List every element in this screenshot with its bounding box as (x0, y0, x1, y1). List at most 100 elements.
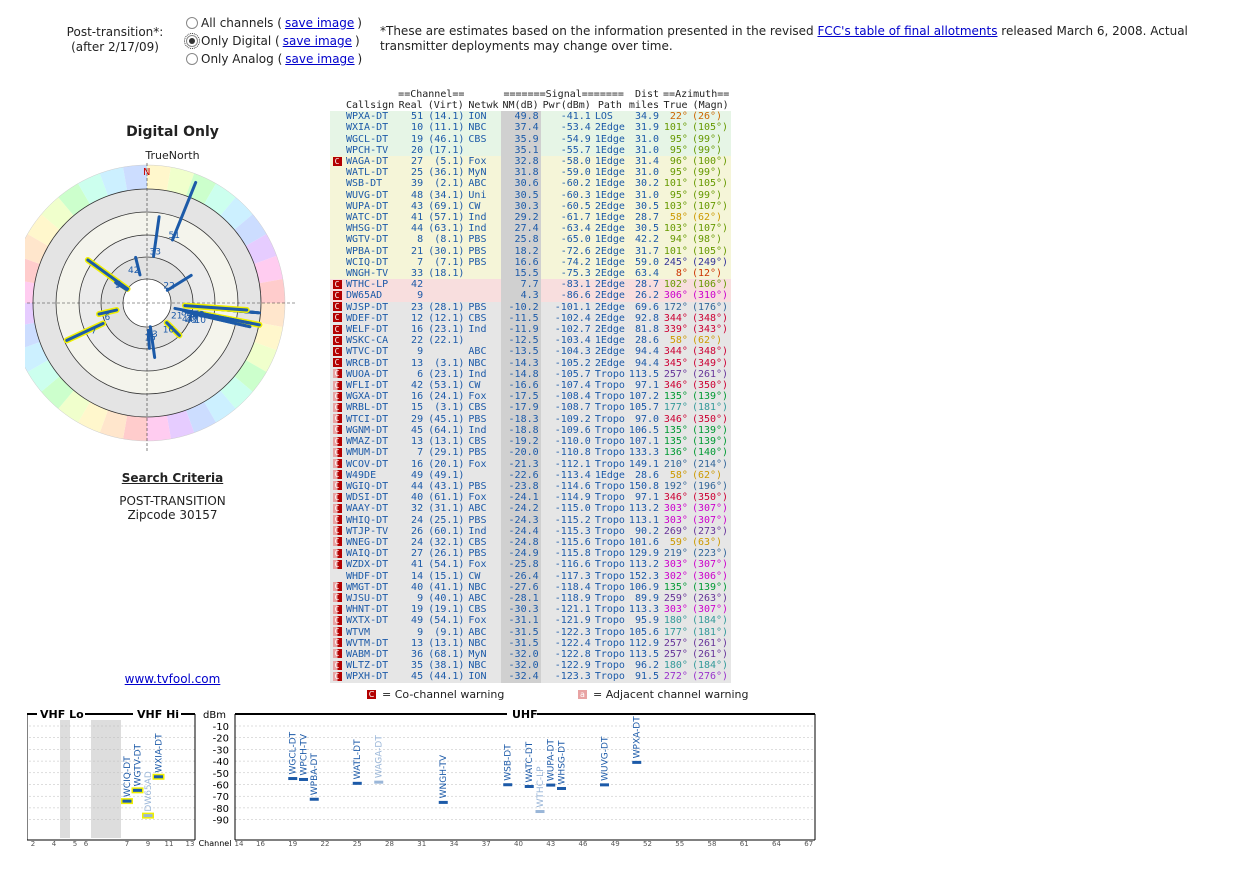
table-row[interactable]: C WVTM-DT 13 (13.1) NBC -31.5 -122.4 Tropo 112.9… (330, 637, 732, 649)
table-row[interactable]: WPXA-DT 51 (14.1) ION 49.8 -41.1 LOS 34.9 22° (26… (330, 111, 732, 123)
table-row[interactable]: WHDF-DT 14 (15.1) CW -26.4 -117.3 Tropo 152.3 30… (330, 570, 732, 582)
table-row[interactable]: C WDEF-DT 12 (12.1) CBS -11.5 -102.4 2Edge 92.8 3… (330, 312, 732, 325)
table-row[interactable]: C WJSP-DT 23 (28.1) PBS -10.2 -101.1 2Edge 69.6 1… (330, 301, 732, 313)
table-row[interactable]: C WJSU-DT 9 (40.1) ABC -28.1 -118.9 Tropo 89.9 25… (330, 592, 732, 605)
nm-cell: 16.6 (500, 256, 541, 269)
table-row[interactable]: C WRBL-DT 15 (3.1) CBS -17.9 -108.7 Tropo 105.7 1… (330, 402, 732, 414)
option-radio-0[interactable] (186, 17, 198, 29)
option-radio-1[interactable] (184, 33, 200, 49)
adjacent-warning-icon: C (332, 638, 342, 648)
table-row[interactable]: C WGIQ-DT 44 (43.1) PBS -23.8 -114.6 Tropo 150.8… (330, 480, 732, 493)
table-row[interactable]: WNGH-TV 33 (18.1) 15.5 -75.3 2Edge 63.4 8° (12°) (330, 268, 732, 280)
table-row[interactable]: C WMAZ-DT 13 (13.1) CBS -19.2 -110.0 Tropo 107.1… (330, 436, 732, 448)
save-image-link-1[interactable]: save image (283, 32, 352, 50)
callsign-cell: WVTM-DT (346, 637, 389, 649)
power-cell: -65.0 (560, 234, 591, 246)
distance-cell: 106.9 (628, 581, 660, 593)
warning-cell: C (330, 638, 344, 649)
table-row[interactable]: WGCL-DT 19 (46.1) CBS 35.9 -54.9 1Edge 31.0 95°(… (330, 133, 732, 145)
table-row[interactable]: C WMUM-DT 7 (29.1) PBS -20.0 -110.8 Tropo 133.3 1… (330, 447, 732, 459)
table-row[interactable]: C WHNT-DT 19 (19.1) CBS -30.3 -121.1 Tropo 113.3… (330, 604, 732, 616)
distance-cell: 113.2 (628, 559, 660, 571)
table-row[interactable]: C WLTZ-DT 35 (38.1) NBC -32.0 -122.9 Tropo 96.2 1… (330, 660, 732, 672)
nm-cell: -24.2 (500, 503, 541, 515)
table-row[interactable]: C WTVC-DT 9 ABC -13.5 -104.3 2Edge 94.4 344° (348… (330, 346, 732, 358)
adjacent-warning-icon: C (332, 649, 342, 659)
table-row[interactable]: C WTVM 9 (9.1) ABC -31.5 -122.3 Tropo 105.6 177°(… (330, 626, 732, 638)
path-cell: Tropo (594, 503, 625, 515)
virtual-channel-cell: (14.1) (428, 111, 465, 123)
nm-cell: -11.9 (500, 324, 541, 336)
callsign-cell: WNGH-TV (346, 268, 389, 280)
table-row[interactable]: C WUOA-DT 6 (23.1) Ind -14.8 -105.7 Tropo 113.5 2… (330, 368, 732, 381)
table-row[interactable]: C WTCI-DT 29 (45.1) PBS -18.3 -109.2 Tropo 97.0 3… (330, 413, 732, 425)
table-row[interactable]: C WGNM-DT 45 (64.1) Ind -18.8 -109.6 Tropo 106.5… (330, 424, 732, 437)
table-row[interactable]: WSB-DT 39 (2.1) ABC 30.6 -60.2 1Edge 30.2 101° (1… (330, 178, 732, 190)
table-row[interactable]: WHSG-DT 44 (63.1) Ind 27.4 -63.4 2Edge 30.5 103°… (330, 223, 732, 235)
spectrum-station: WTHC-LP (535, 766, 546, 814)
table-row[interactable]: C WMGT-DT 40 (41.1) NBC -27.6 -118.4 Tropo 106.9… (330, 581, 732, 593)
nm-cell: 32.8 (500, 156, 541, 168)
network-cell: PBS (468, 514, 487, 526)
table-row[interactable]: C W49DE 49 (49.1) -22.6 -113.4 1Edge 28.6 58° (62… (330, 469, 732, 481)
virtual-channel-cell: (36.1) (428, 167, 465, 179)
table-row[interactable]: C WAGA-DT 27 (5.1) Fox 32.8 -58.0 1Edge 31.4 96°(… (330, 156, 732, 168)
polar-plot-title: Digital Only (126, 124, 219, 140)
nm-cell: -14.8 (500, 368, 541, 381)
warning-cell: C (330, 582, 344, 593)
option-radio-2[interactable] (186, 53, 198, 65)
warning-cell: C (330, 358, 344, 369)
network-cell (466, 470, 500, 481)
table-row[interactable]: WUVG-DT 48 (34.1) Uni 30.5 -60.3 1Edge 31.0 95°(… (330, 189, 732, 201)
fcc-allotments-link[interactable]: FCC's table of final allotments (817, 24, 997, 38)
table-row[interactable]: WPBA-DT 21 (30.1) PBS 18.2 -72.6 2Edge 31.7 101°… (330, 245, 732, 257)
callsign-cell: WJSP-DT (346, 301, 389, 313)
save-image-link-0[interactable]: save image (285, 14, 354, 32)
table-row[interactable]: C WZDX-DT 41 (54.1) Fox -25.8 -116.6 Tropo 113.2… (330, 559, 732, 571)
table-row[interactable]: C WXTX-DT 49 (54.1) Fox -31.1 -121.9 Tropo 95.9 1… (330, 615, 732, 627)
table-row[interactable]: C WTHC-LP 42 7.7 -83.1 2Edge 28.7 102° (106°) (330, 279, 732, 291)
table-row[interactable]: WATC-DT 41 (57.1) Ind 29.2 -61.7 1Edge 28.7 58°(… (330, 212, 732, 224)
adjacent-warning-icon: C (332, 436, 342, 446)
table-row[interactable]: C WAIQ-DT 27 (26.1) PBS -24.9 -115.8 Tropo 129.9… (330, 548, 732, 560)
table-row[interactable]: WXIA-DT 10 (11.1) NBC 37.4 -53.4 2Edge 31.9 101°… (330, 122, 732, 134)
callsign-cell: WXTX-DT (346, 615, 389, 627)
table-row[interactable]: C WAAY-DT 32 (31.1) ABC -24.2 -115.0 Tropo 113.2… (330, 503, 732, 515)
table-row[interactable]: C WGXA-DT 16 (24.1) Fox -17.5 -108.4 Tropo 107.2… (330, 391, 732, 403)
table-row[interactable]: C WCOV-DT 16 (20.1) Fox -21.3 -112.1 Tropo 149.1… (330, 458, 732, 470)
station-marker (352, 781, 362, 785)
table-row[interactable]: C WFLI-DT 42 (53.1) CW -16.6 -107.4 Tropo 97.1 34… (330, 380, 732, 392)
table-row[interactable]: WGTV-DT 8 (8.1) PBS 25.8 -65.0 1Edge 42.2 94° (98… (330, 234, 732, 246)
table-row[interactable]: WPCH-TV 20 (17.1) 35.1 -55.7 1Edge 31.0 95° (99°… (330, 144, 732, 157)
table-row[interactable]: WUPA-DT 43 (69.1) CW 30.3 -60.5 2Edge 30.5 103°(… (330, 200, 732, 213)
real-channel-cell: 40 (411, 492, 424, 504)
table-row[interactable]: C WDSI-DT 40 (61.1) Fox -24.1 -114.9 Tropo 97.1 3… (330, 492, 732, 504)
station-marker (632, 760, 642, 764)
table-row[interactable]: C WABM-DT 36 (68.1) MyN -32.0 -122.8 Tropo 113.5… (330, 648, 732, 661)
tvfool-link[interactable]: www.tvfool.com (125, 672, 221, 686)
header-true: True (663, 100, 688, 111)
spoke-channel-label: 7 (91, 326, 97, 336)
table-row[interactable]: C WPXH-DT 45 (44.1) ION -32.4 -123.3 Tropo 91.5 2… (330, 671, 732, 683)
table-row[interactable]: C DW65AD 9 4.3 -86.6 2Edge 26.2 306° (310°) (330, 290, 732, 302)
network-cell: ABC (468, 592, 487, 604)
table-row[interactable]: C WRCB-DT 13 (3.1) NBC -14.3 -105.2 2Edge 94.4 34… (330, 357, 732, 369)
magnetic-azimuth-cell: (98°) (691, 234, 723, 246)
real-channel-cell: 35 (411, 660, 424, 672)
table-row[interactable]: C WNEG-DT 24 (32.1) CBS -24.8 -115.6 Tropo 101.6… (330, 536, 732, 549)
table-row[interactable]: C WELF-DT 16 (23.1) Ind -11.9 -102.7 2Edge 81.8 3… (330, 324, 732, 336)
callsign-cell: WAAY-DT (346, 503, 389, 515)
x-tick-label: 28 (385, 840, 394, 848)
save-image-link-2[interactable]: save image (285, 50, 354, 68)
x-tick-label: 4 (52, 840, 57, 848)
network-cell: PBS (468, 480, 487, 492)
callsign-cell: WHDF-DT (346, 570, 389, 582)
table-row[interactable]: WCIQ-DT 7 (7.1) PBS 16.6 -74.2 1Edge 59.0 245° (2… (330, 256, 732, 269)
callsign-cell: WAIQ-DT (346, 548, 389, 560)
table-row[interactable]: WATL-DT 25 (36.1) MyN 31.8 -59.0 1Edge 31.0 95°(… (330, 167, 732, 179)
table-row[interactable]: C WSKC-CA 22 (22.1) -12.5 -103.4 1Edge 28.6 58°(… (330, 335, 732, 347)
table-row[interactable]: C WHIQ-DT 24 (25.1) PBS -24.3 -115.2 Tropo 113.1… (330, 514, 732, 526)
real-channel-cell: 9 (417, 290, 424, 302)
spoke-channel-label: 15 (144, 333, 155, 343)
table-row[interactable]: C WTJP-TV 26 (60.1) Ind -24.4 -115.3 Tropo 90.2 2… (330, 525, 732, 537)
